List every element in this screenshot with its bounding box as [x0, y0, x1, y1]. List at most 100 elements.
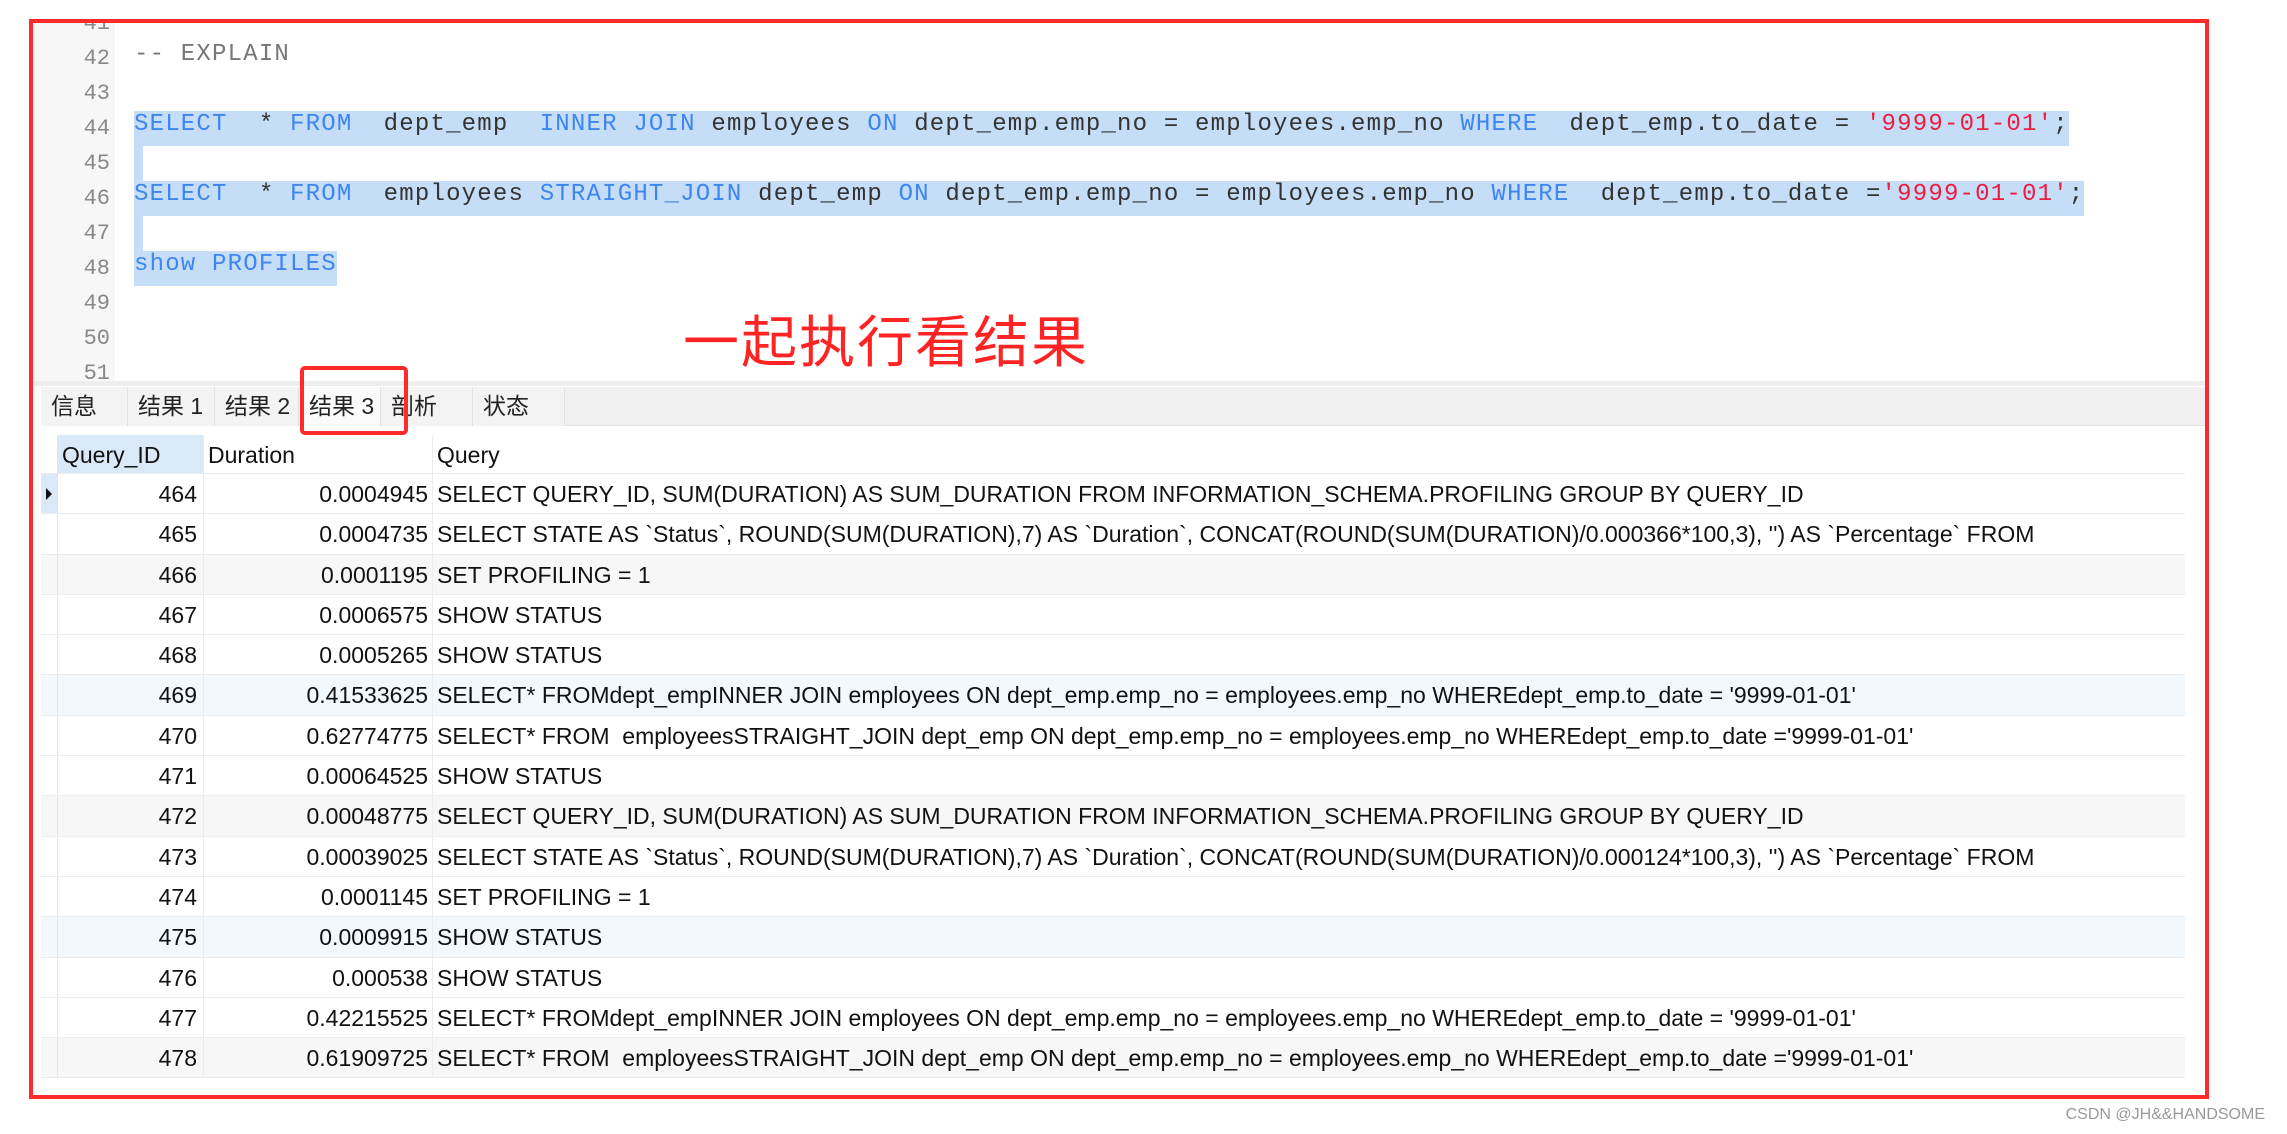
annotation-box: [300, 366, 408, 435]
query-cell[interactable]: SELECT* FROM employeesSTRAIGHT_JOIN dept…: [433, 716, 2185, 755]
code-line[interactable]: 43: [33, 76, 2205, 111]
query-id-cell[interactable]: 478: [58, 1038, 204, 1078]
duration-cell[interactable]: 0.0004945: [204, 474, 433, 514]
duration-cell[interactable]: 0.00064525: [204, 756, 433, 796]
code-line[interactable]: 49: [33, 286, 2205, 321]
query-id-cell[interactable]: 476: [58, 957, 204, 997]
code-line[interactable]: 47: [33, 216, 2205, 251]
selected-code: show PROFILES: [134, 251, 337, 286]
query-cell[interactable]: SELECT* FROM employeesSTRAIGHT_JOIN dept…: [433, 1038, 2185, 1077]
code-line[interactable]: 44 SELECT * FROM dept_emp INNER JOIN empl…: [33, 111, 2205, 146]
query-cell[interactable]: SELECT* FROMdept_empINNER JOIN employees…: [433, 998, 2185, 1037]
tab-0[interactable]: 信息: [41, 387, 128, 426]
table-row[interactable]: 467 0.0006575 SHOW STATUS: [41, 594, 2185, 636]
tab-1[interactable]: 结果 1: [128, 387, 215, 426]
row-indicator[interactable]: [41, 675, 58, 715]
row-indicator[interactable]: [41, 554, 58, 594]
query-cell[interactable]: SELECT STATE AS `Status`, ROUND(SUM(DURA…: [433, 837, 2185, 876]
code-line[interactable]: 50: [33, 321, 2205, 356]
table-row[interactable]: 476 0.000538 SHOW STATUS: [41, 957, 2185, 998]
table-row[interactable]: 469 0.41533625 SELECT* FROMdept_empINNER J…: [41, 675, 2185, 716]
query-id-cell[interactable]: 467: [58, 594, 204, 635]
results-grid[interactable]: Query_ID Duration Query 464 0.0004945 SELECT …: [41, 435, 2185, 1079]
query-cell[interactable]: SELECT* FROMdept_empINNER JOIN employees…: [433, 675, 2185, 714]
duration-cell[interactable]: 0.0005265: [204, 635, 433, 675]
query-cell[interactable]: SET PROFILING = 1: [433, 877, 2185, 916]
duration-cell[interactable]: 0.42215525: [204, 997, 433, 1038]
row-indicator[interactable]: [41, 715, 58, 756]
row-indicator[interactable]: [41, 474, 58, 514]
code-line[interactable]: 48 show PROFILES: [33, 251, 2205, 286]
duration-cell[interactable]: 0.0004735: [204, 514, 433, 554]
query-id-cell[interactable]: 468: [58, 635, 204, 675]
line-number: 46: [83, 186, 110, 211]
code-line[interactable]: 46 SELECT * FROM employees STRAIGHT_JOIN …: [33, 181, 2205, 216]
query-id-cell[interactable]: 474: [58, 876, 204, 917]
query-id-cell[interactable]: 464: [58, 474, 204, 514]
query-id-cell[interactable]: 465: [58, 514, 204, 554]
row-indicator[interactable]: [41, 635, 58, 675]
row-indicator[interactable]: [41, 997, 58, 1038]
query-cell[interactable]: SELECT QUERY_ID, SUM(DURATION) AS SUM_DU…: [433, 474, 2185, 513]
tab-2[interactable]: 结果 2: [215, 387, 299, 426]
selection-strip: [134, 146, 143, 181]
row-indicator[interactable]: [41, 756, 58, 796]
query-cell[interactable]: SHOW STATUS: [433, 917, 2185, 956]
row-indicator[interactable]: [41, 1038, 58, 1078]
query-cell[interactable]: SET PROFILING = 1: [433, 555, 2185, 594]
duration-cell[interactable]: 0.62774775: [204, 715, 433, 756]
duration-cell[interactable]: 0.61909725: [204, 1038, 433, 1078]
sql-editor[interactable]: 41 42 -- EXPLAIN 43 44 SELECT * FROM dept_emp…: [33, 23, 2205, 381]
table-row[interactable]: 465 0.0004735 SELECT STATE AS `Status`, RO…: [41, 514, 2185, 555]
table-row[interactable]: 473 0.00039025 SELECT STATE AS `Status`, R…: [41, 836, 2185, 877]
query-id-cell[interactable]: 475: [58, 917, 204, 957]
query-cell[interactable]: SELECT STATE AS `Status`, ROUND(SUM(DURA…: [433, 514, 2185, 553]
query-id-cell[interactable]: 466: [58, 554, 204, 594]
sql-text: ;: [2053, 111, 2069, 138]
table-row[interactable]: 466 0.0001195 SET PROFILING = 1: [41, 554, 2185, 595]
query-id-cell[interactable]: 470: [58, 715, 204, 756]
tab-5[interactable]: 状态: [473, 387, 565, 426]
row-indicator[interactable]: [41, 876, 58, 917]
table-row[interactable]: 464 0.0004945 SELECT QUERY_ID, SUM(DURATIO…: [41, 474, 2185, 515]
duration-cell[interactable]: 0.0001195: [204, 554, 433, 594]
column-header-duration[interactable]: Duration: [204, 435, 433, 473]
table-row[interactable]: 470 0.62774775 SELECT* FROM employeesSTRAI…: [41, 715, 2185, 757]
column-header-query_id[interactable]: Query_ID: [58, 435, 204, 473]
duration-cell[interactable]: 0.000538: [204, 957, 433, 997]
code-line[interactable]: 42 -- EXPLAIN: [33, 41, 2205, 76]
table-row[interactable]: 468 0.0005265 SHOW STATUS: [41, 635, 2185, 676]
query-id-cell[interactable]: 472: [58, 796, 204, 836]
query-id-cell[interactable]: 473: [58, 836, 204, 876]
row-indicator[interactable]: [41, 594, 58, 635]
table-row[interactable]: 477 0.42215525 SELECT* FROMdept_empINNER J…: [41, 997, 2185, 1039]
table-row[interactable]: 478 0.61909725 SELECT* FROM employeesSTRAI…: [41, 1038, 2185, 1079]
query-id-cell[interactable]: 477: [58, 997, 204, 1038]
row-indicator[interactable]: [41, 796, 58, 836]
table-row[interactable]: 474 0.0001145 SET PROFILING = 1: [41, 876, 2185, 918]
table-row[interactable]: 472 0.00048775 SELECT QUERY_ID, SUM(DURATI…: [41, 796, 2185, 837]
query-cell[interactable]: SHOW STATUS: [433, 595, 2185, 634]
row-indicator[interactable]: [41, 957, 58, 997]
duration-cell[interactable]: 0.00039025: [204, 836, 433, 876]
code-line[interactable]: 45: [33, 146, 2205, 181]
query-id-cell[interactable]: 471: [58, 756, 204, 796]
query-id-cell[interactable]: 469: [58, 675, 204, 715]
row-indicator[interactable]: [41, 917, 58, 957]
code-line[interactable]: 41: [33, 23, 2205, 41]
duration-cell[interactable]: 0.00048775: [204, 796, 433, 836]
row-indicator[interactable]: [41, 836, 58, 876]
duration-cell[interactable]: 0.0009915: [204, 917, 433, 957]
column-header-query[interactable]: Query: [433, 435, 2185, 473]
query-cell[interactable]: SHOW STATUS: [433, 635, 2185, 674]
row-indicator[interactable]: [41, 514, 58, 554]
duration-cell[interactable]: 0.41533625: [204, 675, 433, 715]
table-row[interactable]: 475 0.0009915 SHOW STATUS: [41, 917, 2185, 958]
query-cell[interactable]: SHOW STATUS: [433, 958, 2185, 997]
duration-cell[interactable]: 0.0006575: [204, 594, 433, 635]
table-row[interactable]: 471 0.00064525 SHOW STATUS: [41, 756, 2185, 797]
query-cell[interactable]: SELECT QUERY_ID, SUM(DURATION) AS SUM_DU…: [433, 796, 2185, 835]
duration-cell[interactable]: 0.0001145: [204, 876, 433, 917]
query-cell[interactable]: SHOW STATUS: [433, 756, 2185, 795]
sql-text: employees: [695, 111, 868, 138]
